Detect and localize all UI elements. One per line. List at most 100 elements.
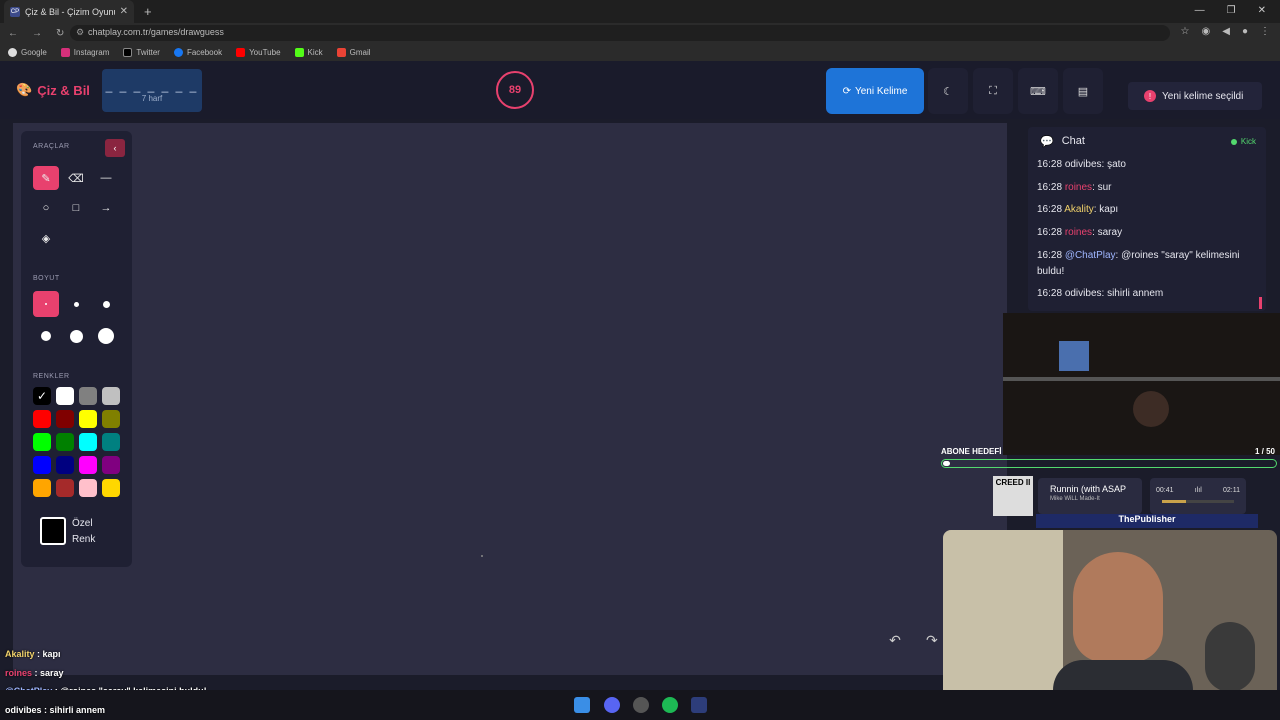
- size-3[interactable]: [93, 291, 119, 317]
- eraser-tool[interactable]: ⌫: [63, 166, 89, 190]
- color-swatch[interactable]: [102, 456, 120, 474]
- keyboard-button[interactable]: ⌨: [1018, 68, 1058, 114]
- bookmark-youtube[interactable]: YouTube: [236, 47, 281, 57]
- color-swatch[interactable]: [102, 433, 120, 451]
- platform-label: Kick: [1240, 137, 1256, 146]
- bookmark-instagram[interactable]: Instagram: [60, 47, 109, 57]
- bookmark-facebook[interactable]: Facebook: [173, 47, 222, 57]
- extension-icon[interactable]: ◉: [1202, 26, 1211, 37]
- dark-mode-button[interactable]: ☾: [928, 68, 968, 114]
- back-icon[interactable]: ←: [8, 28, 18, 39]
- color-swatch[interactable]: [79, 479, 97, 497]
- bookmark-kick[interactable]: Kick: [294, 47, 323, 57]
- overlay-user: Akality: [5, 649, 35, 659]
- overlay-text: : sihirli annem: [41, 705, 106, 715]
- now-playing: Runnin (with ASAP Mike WiLL Made-It: [1038, 478, 1142, 514]
- discord-icon[interactable]: [604, 697, 620, 713]
- logo-text: Çiz & Bil: [37, 82, 90, 98]
- color-swatch[interactable]: [79, 456, 97, 474]
- arrow-tool[interactable]: →: [93, 196, 119, 220]
- album-art: CREED II: [993, 476, 1033, 516]
- msg-text: : kapı: [1093, 204, 1119, 215]
- collapse-panel-button[interactable]: ‹: [105, 139, 125, 157]
- forward-icon[interactable]: →: [32, 28, 42, 39]
- windows-start-icon[interactable]: [574, 697, 590, 713]
- color-swatch[interactable]: [33, 410, 51, 428]
- menu-icon[interactable]: ⋮: [1260, 26, 1270, 37]
- new-tab-icon[interactable]: +: [144, 4, 152, 19]
- undo-button[interactable]: ↶: [878, 632, 912, 656]
- obs-icon[interactable]: [633, 697, 649, 713]
- custom-color-button[interactable]: [40, 517, 66, 545]
- minimize-icon[interactable]: —: [1195, 5, 1205, 16]
- poster: [943, 530, 1063, 716]
- color-swatch[interactable]: [102, 410, 120, 428]
- color-swatch[interactable]: [56, 456, 74, 474]
- color-swatch[interactable]: [102, 387, 120, 405]
- archive-button[interactable]: ▤: [1063, 68, 1103, 114]
- reload-icon[interactable]: ↻: [56, 28, 64, 39]
- bookmark-twitter[interactable]: Twitter: [123, 47, 160, 57]
- chat-message: 16:28 roines: sur: [1037, 180, 1259, 196]
- fullscreen-button[interactable]: ⛶: [973, 68, 1013, 114]
- canvas-dot: [481, 555, 483, 557]
- color-swatch[interactable]: [33, 456, 51, 474]
- size-2[interactable]: [63, 291, 89, 317]
- volume-icon[interactable]: ◀: [1222, 26, 1230, 37]
- publisher-bar: ThePublisher: [1036, 514, 1258, 528]
- rectangle-icon: □: [72, 202, 80, 214]
- sub-goal-label: ABONE HEDEFİ: [941, 447, 1002, 456]
- rectangle-tool[interactable]: □: [63, 196, 89, 220]
- brush-tool[interactable]: ✎: [33, 166, 59, 190]
- line-tool[interactable]: —: [93, 166, 119, 190]
- color-swatch[interactable]: [79, 410, 97, 428]
- bookmark-gmail[interactable]: Gmail: [336, 47, 371, 57]
- chat-scrollbar[interactable]: [1259, 297, 1262, 309]
- monitor: [1059, 341, 1089, 371]
- song-artist: Mike WiLL Made-It: [1050, 496, 1100, 502]
- msg-time: 16:28: [1037, 227, 1063, 238]
- face-webcam: [943, 530, 1277, 716]
- gym-webcam: [1003, 313, 1280, 455]
- maximize-icon[interactable]: ❐: [1227, 5, 1236, 16]
- color-swatch[interactable]: [33, 433, 51, 451]
- color-swatch[interactable]: ✓: [33, 387, 51, 405]
- bookmark-google[interactable]: Google: [8, 47, 47, 57]
- size-1[interactable]: [33, 291, 59, 317]
- size-dot: [69, 329, 83, 343]
- color-swatch[interactable]: [56, 479, 74, 497]
- undo-icon: ↶: [889, 632, 901, 648]
- info-icon: !: [1144, 90, 1156, 102]
- notification-toast: ! Yeni kelime seçildi: [1128, 82, 1262, 110]
- color-swatch[interactable]: [33, 479, 51, 497]
- color-swatch[interactable]: [56, 387, 74, 405]
- size-6[interactable]: [93, 323, 119, 349]
- color-swatch[interactable]: [56, 433, 74, 451]
- url-field[interactable]: ⚙ chatplay.com.tr/games/drawguess: [70, 25, 1170, 41]
- overlay-user: roines: [5, 668, 33, 678]
- color-swatch[interactable]: [79, 387, 97, 405]
- size-dot: [73, 301, 79, 307]
- circle-tool[interactable]: ○: [33, 196, 59, 220]
- app-icon[interactable]: [691, 697, 707, 713]
- star-icon[interactable]: ☆: [1181, 26, 1190, 37]
- size-5[interactable]: [63, 323, 89, 349]
- color-swatch[interactable]: [56, 410, 74, 428]
- new-word-button[interactable]: ⟳ Yeni Kelime: [826, 68, 924, 114]
- size-dot: [102, 300, 110, 308]
- drawing-canvas[interactable]: [13, 123, 1007, 675]
- site-info-icon[interactable]: ⚙: [76, 27, 84, 38]
- spotify-icon[interactable]: [662, 697, 678, 713]
- app-logo: 🎨 Çiz & Bil: [16, 82, 90, 98]
- address-bar: ← → ↻ ⚙ chatplay.com.tr/games/drawguess …: [0, 23, 1280, 43]
- size-4[interactable]: [33, 323, 59, 349]
- color-swatch[interactable]: [102, 479, 120, 497]
- browser-tab[interactable]: CP Çiz & Bil - Çizim Oyunu ✕: [4, 0, 134, 23]
- taskbar: [0, 690, 1280, 720]
- color-swatch[interactable]: [79, 433, 97, 451]
- fill-tool[interactable]: ◈: [33, 226, 59, 250]
- close-window-icon[interactable]: ✕: [1258, 5, 1266, 16]
- close-tab-icon[interactable]: ✕: [120, 6, 128, 17]
- profile-icon[interactable]: ●: [1242, 26, 1248, 37]
- status-dot: [1230, 138, 1237, 145]
